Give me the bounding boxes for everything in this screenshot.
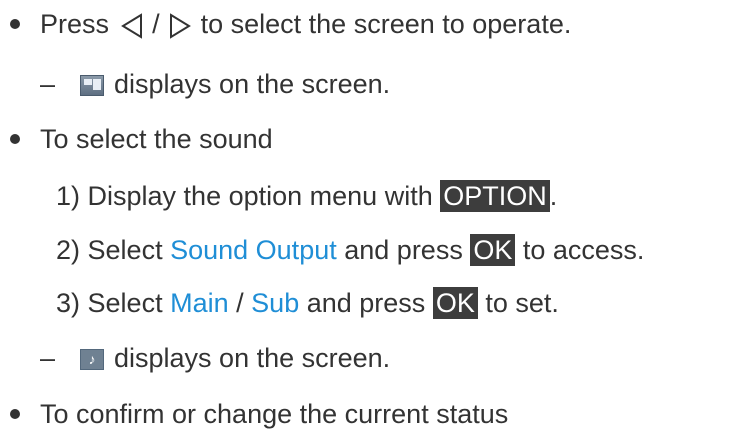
option-key: OPTION xyxy=(440,180,550,212)
step-3-mid: and press xyxy=(306,288,426,318)
bullet-3 xyxy=(10,409,20,419)
music-note-icon: ♪ xyxy=(80,349,104,371)
screen-note-text: displays on the screen. xyxy=(114,69,391,99)
select-sound-heading: To select the sound xyxy=(40,119,273,159)
step-2: 2) Select Sound Output and press OK to a… xyxy=(56,230,644,270)
step-1-end: . xyxy=(549,181,558,211)
step-2-mid: and press xyxy=(344,235,463,265)
sub-link[interactable]: Sub xyxy=(251,288,299,318)
step-3-number: 3) xyxy=(56,288,81,318)
bullet-1 xyxy=(10,19,20,29)
sound-note-text: displays on the screen. xyxy=(114,343,391,373)
screen-note-line: – displays on the screen. xyxy=(40,64,390,104)
step-1: 1) Display the option menu with OPTION. xyxy=(56,176,557,216)
screen-note-dash: – xyxy=(40,69,56,99)
confirm-text: To confirm or change the current status xyxy=(40,399,509,429)
step-3-end: to set. xyxy=(485,288,559,318)
select-sound-text: To select the sound xyxy=(40,124,273,154)
press-prefix: Press xyxy=(40,9,110,39)
sound-note-line: – ♪ displays on the screen. xyxy=(40,338,390,378)
step-3: 3) Select Main / Sub and press OK to set… xyxy=(56,283,559,323)
ok-key-2: OK xyxy=(432,287,478,319)
step-1-number: 1) xyxy=(56,181,81,211)
confirm-heading: To confirm or change the current status xyxy=(40,394,508,434)
arrow-separator: / xyxy=(152,9,160,39)
step-2-pre: Select xyxy=(87,235,163,265)
main-link[interactable]: Main xyxy=(170,288,229,318)
step-3-pre: Select xyxy=(87,288,163,318)
step-2-number: 2) xyxy=(56,235,81,265)
sub-screen-icon xyxy=(80,75,104,97)
left-arrow-icon xyxy=(120,13,142,39)
press-suffix: to select the screen to operate. xyxy=(200,9,572,39)
step-2-end: to access. xyxy=(522,235,645,265)
right-arrow-icon xyxy=(170,13,192,39)
step-1-text: Display the option menu with xyxy=(87,181,433,211)
sound-note-dash: – xyxy=(40,343,56,373)
sound-output-link[interactable]: Sound Output xyxy=(170,235,337,265)
ok-key: OK xyxy=(470,234,516,266)
press-arrows-line: Press / to select the screen to operate. xyxy=(40,4,571,44)
bullet-2 xyxy=(10,134,20,144)
step-3-separator: / xyxy=(236,288,244,318)
